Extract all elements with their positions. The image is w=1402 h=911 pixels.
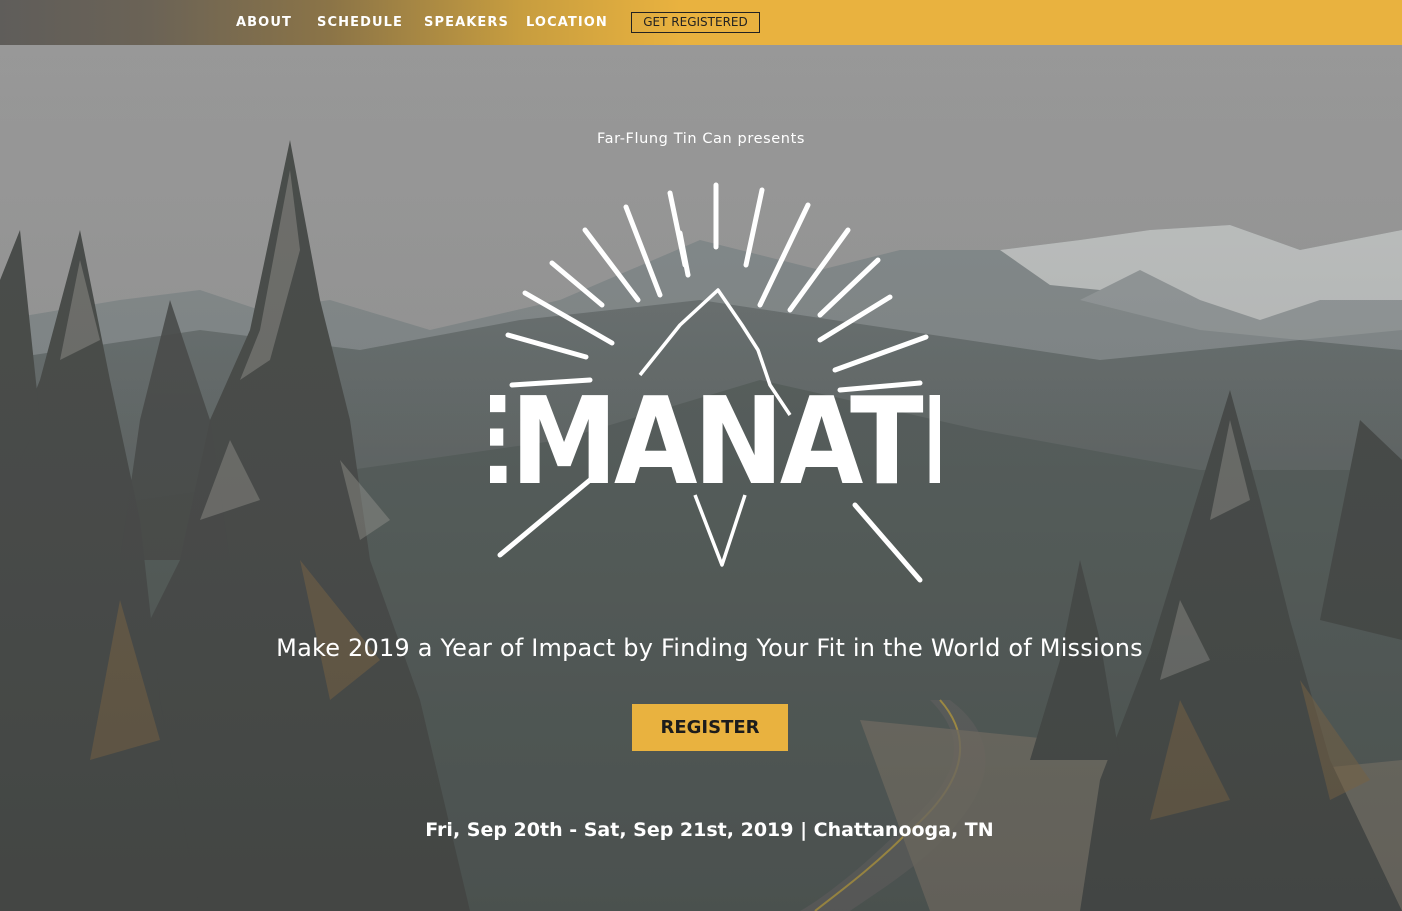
nav-link-schedule[interactable]: SCHEDULE xyxy=(317,15,403,30)
nav-link-about[interactable]: ABOUT xyxy=(236,15,292,30)
get-registered-button[interactable]: GET REGISTERED xyxy=(631,12,760,33)
register-button[interactable]: REGISTER xyxy=(632,704,788,751)
hero-tagline: Make 2019 a Year of Impact by Finding Yo… xyxy=(276,634,1143,662)
nav-link-location[interactable]: LOCATION xyxy=(526,15,608,30)
presenter-text: Far-Flung Tin Can presents xyxy=(596,131,806,147)
logo-wordmark: EMANATE xyxy=(490,373,940,512)
top-navigation-bar: ABOUT SCHEDULE SPEAKERS LOCATION GET REG… xyxy=(0,0,1402,45)
emanate-logo: EMANATE xyxy=(490,182,940,583)
event-date-location: Fri, Sep 20th - Sat, Sep 21st, 2019 | Ch… xyxy=(425,819,994,841)
nav-link-speakers[interactable]: SPEAKERS xyxy=(424,15,509,30)
